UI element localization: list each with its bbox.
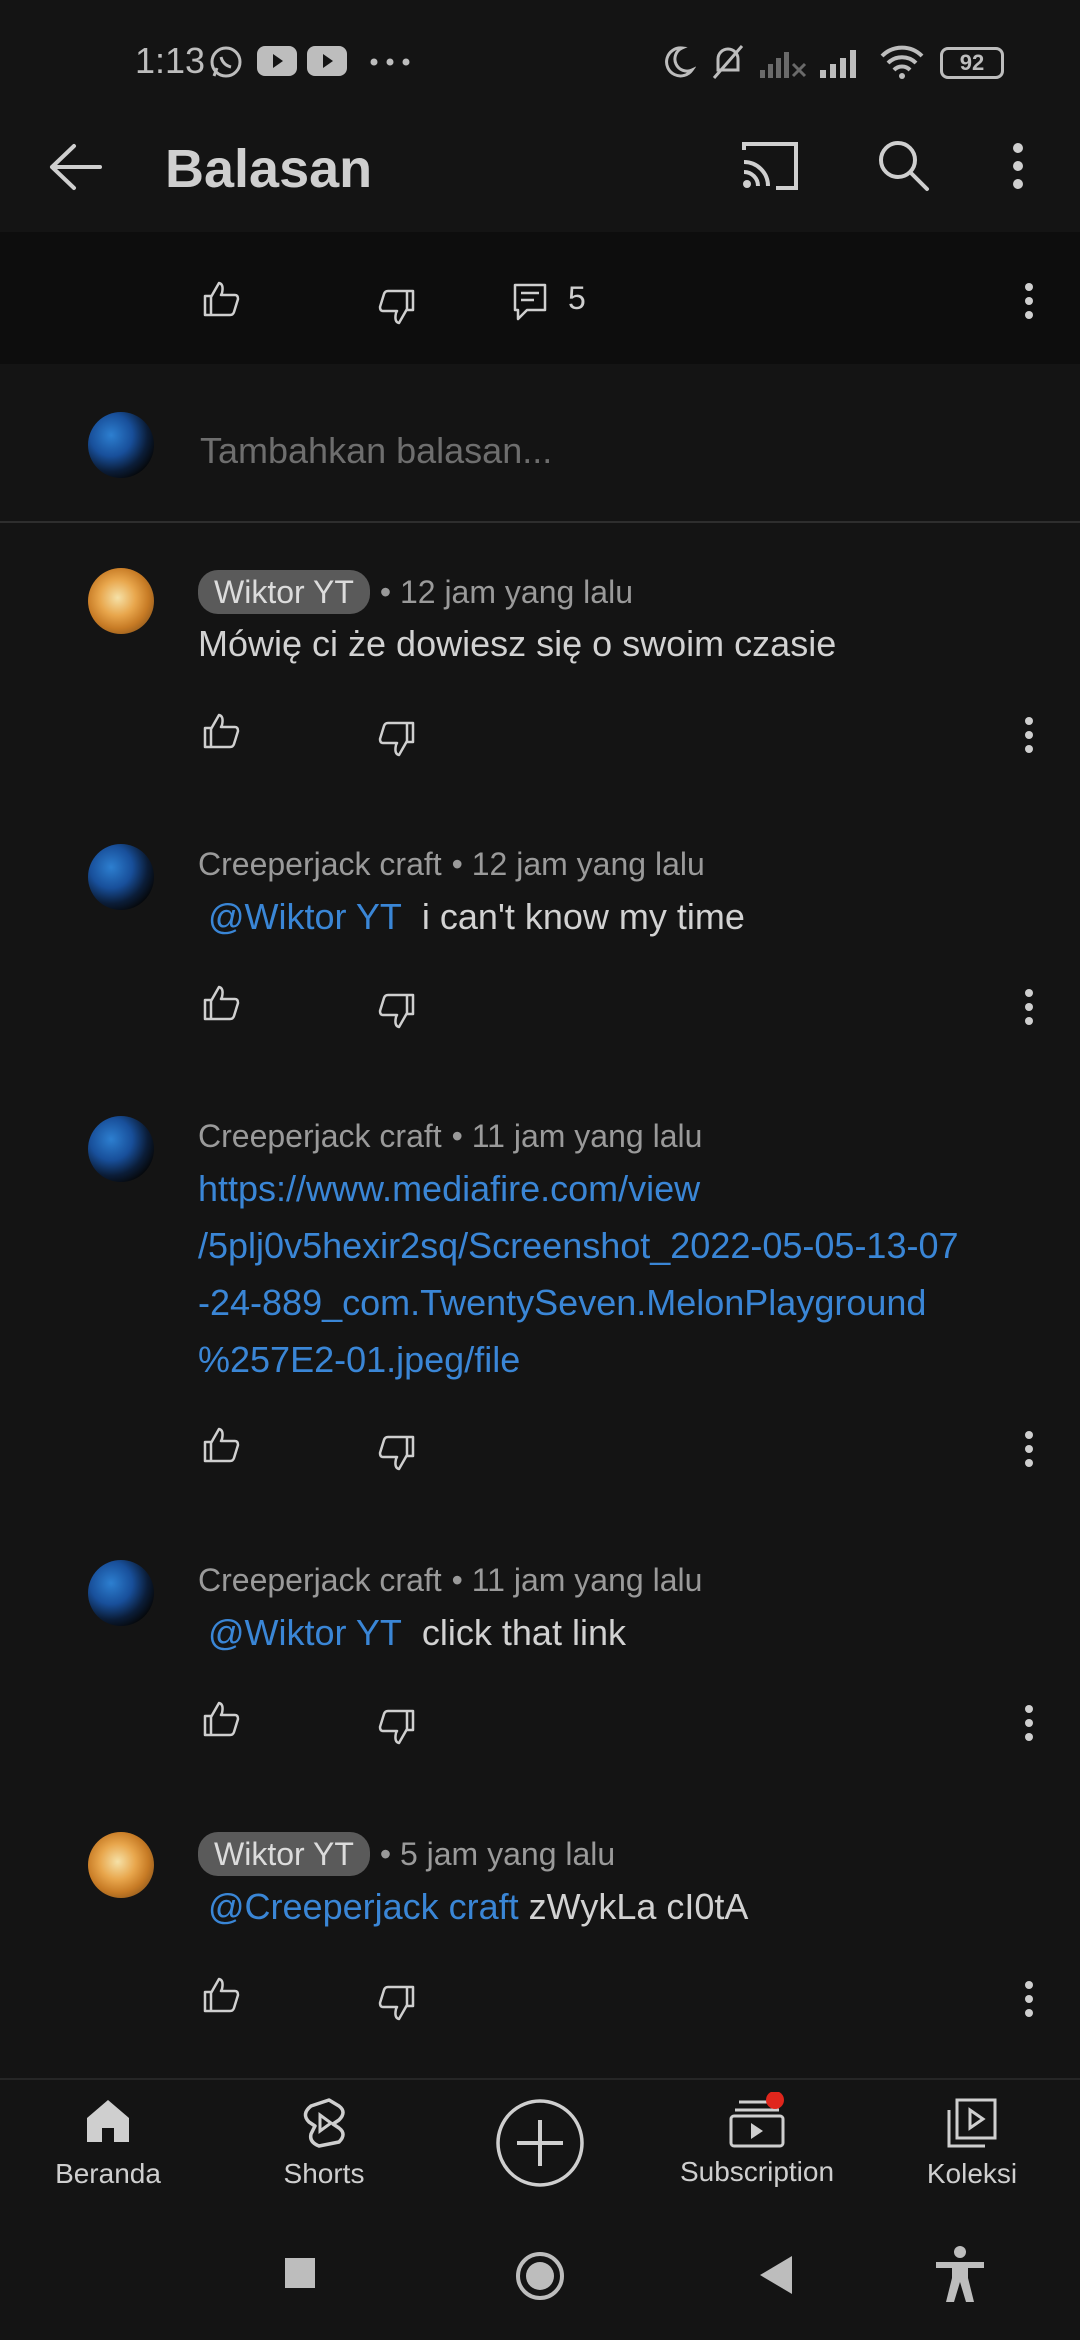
avatar[interactable] xyxy=(88,844,154,910)
mention-link[interactable]: @Wiktor YT xyxy=(208,1612,402,1653)
back-triangle-icon[interactable] xyxy=(758,2254,794,2296)
comment-time: • 5 jam yang lalu xyxy=(379,1835,616,1872)
recent-apps-square-icon[interactable] xyxy=(283,2256,317,2290)
comment-time: • 12 jam yang lalu xyxy=(451,846,705,882)
nav-shorts[interactable]: Shorts xyxy=(264,2096,384,2190)
avatar[interactable] xyxy=(88,1832,154,1898)
subscriptions-icon xyxy=(672,2092,842,2150)
wifi-icon xyxy=(878,42,926,80)
nav-library[interactable]: Koleksi xyxy=(914,2096,1030,2190)
youtube-notification-icon xyxy=(257,46,297,76)
home-circle-icon[interactable] xyxy=(514,2250,566,2302)
dislike-icon[interactable] xyxy=(378,288,416,326)
dislike-icon[interactable] xyxy=(378,992,416,1030)
shorts-icon xyxy=(264,2096,384,2150)
battery-indicator: 92 xyxy=(940,47,1004,79)
author-name[interactable]: Wiktor YT xyxy=(198,570,370,614)
comment-header: Wiktor YT • 5 jam yang lalu xyxy=(198,1832,615,1876)
comment-menu-icon[interactable] xyxy=(1024,716,1034,754)
more-notifications-icon xyxy=(370,58,410,66)
signal-no-service-icon xyxy=(758,44,808,80)
comment-text: @Wiktor YT i can't know my time xyxy=(208,888,745,945)
dislike-icon[interactable] xyxy=(378,1434,416,1472)
dislike-icon[interactable] xyxy=(378,720,416,758)
back-arrow-icon[interactable] xyxy=(48,142,104,192)
link-line[interactable]: /5plj0v5hexir2sq/Screenshot_2022-05-05-1… xyxy=(198,1217,959,1274)
nav-label: Shorts xyxy=(283,2158,365,2189)
comment-time: • 12 jam yang lalu xyxy=(379,573,633,610)
comment-body: click that link xyxy=(421,1612,626,1653)
nav-label: Koleksi xyxy=(926,2158,1018,2189)
comment-menu-icon[interactable] xyxy=(1024,988,1034,1026)
comment-body: i can't know my time xyxy=(421,896,745,937)
like-icon[interactable] xyxy=(202,1700,240,1738)
mention-link[interactable]: @Wiktor YT xyxy=(208,896,402,937)
comment-text: Mówię ci że dowiesz się o swoim czasie xyxy=(198,623,837,664)
page-title: Balasan xyxy=(165,139,373,199)
link-line[interactable]: https://www.mediafire.com/view xyxy=(198,1160,959,1217)
cast-icon[interactable] xyxy=(740,140,800,192)
comment-header: Creeperjack craft • 11 jam yang lalu xyxy=(198,1118,702,1155)
comment-time: • 11 jam yang lalu xyxy=(451,1562,703,1598)
avatar[interactable] xyxy=(88,568,154,634)
current-user-avatar xyxy=(88,412,154,478)
mention-link[interactable]: @Creeperjack craft xyxy=(208,1886,519,1927)
comment-header: Wiktor YT • 12 jam yang lalu xyxy=(198,570,633,614)
author-name[interactable]: Creeperjack craft xyxy=(198,846,442,883)
nav-label: Subscription xyxy=(679,2156,835,2187)
comment-body: zWykLa cI0tA xyxy=(528,1886,749,1927)
avatar[interactable] xyxy=(88,1116,154,1182)
dislike-icon[interactable] xyxy=(378,1984,416,2022)
whatsapp-icon xyxy=(208,44,244,80)
library-icon xyxy=(914,2096,1030,2148)
comment-menu-icon[interactable] xyxy=(1024,1980,1034,2018)
accessibility-icon[interactable] xyxy=(932,2244,988,2304)
replies-comment-icon[interactable] xyxy=(512,282,548,322)
do-not-disturb-moon-icon xyxy=(660,44,696,80)
comment-header: Creeperjack craft • 11 jam yang lalu xyxy=(198,1562,702,1599)
youtube-notification-icon xyxy=(307,46,347,76)
reply-input[interactable] xyxy=(198,420,982,482)
avatar[interactable] xyxy=(88,1560,154,1626)
link-line[interactable]: -24-889_com.TwentySeven.MelonPlayground xyxy=(198,1274,959,1331)
like-icon[interactable] xyxy=(202,280,240,318)
signal-strength-icon xyxy=(818,44,864,80)
muted-bell-icon xyxy=(710,42,746,82)
comment-text: @Wiktor YT click that link xyxy=(208,1604,626,1661)
nav-home[interactable]: Beranda xyxy=(40,2096,176,2190)
more-options-icon[interactable] xyxy=(1010,142,1026,190)
like-icon[interactable] xyxy=(202,984,240,1022)
search-icon[interactable] xyxy=(876,138,930,192)
create-button[interactable] xyxy=(495,2098,585,2188)
reply-count: 5 xyxy=(568,280,586,316)
status-time: 1:13 xyxy=(135,40,206,81)
author-name[interactable]: Creeperjack craft xyxy=(198,1562,442,1599)
like-icon[interactable] xyxy=(202,1976,240,2014)
comment-time: • 11 jam yang lalu xyxy=(451,1118,703,1154)
nav-label: Beranda xyxy=(55,2158,161,2189)
comment-header: Creeperjack craft • 12 jam yang lalu xyxy=(198,846,705,883)
like-icon[interactable] xyxy=(202,1426,240,1464)
dislike-icon[interactable] xyxy=(378,1708,416,1746)
author-name[interactable]: Creeperjack craft xyxy=(198,1118,442,1155)
divider xyxy=(0,521,1080,523)
home-icon xyxy=(40,2096,176,2146)
comment-text: @Creeperjack craft zWykLa cI0tA xyxy=(208,1878,748,1935)
link-line[interactable]: %257E2-01.jpeg/file xyxy=(198,1331,959,1388)
comment-menu-icon[interactable] xyxy=(1024,1704,1034,1742)
like-icon[interactable] xyxy=(202,712,240,750)
comment-menu-icon[interactable] xyxy=(1024,1430,1034,1468)
comment-menu-icon[interactable] xyxy=(1024,282,1034,320)
comment-link[interactable]: https://www.mediafire.com/view /5plj0v5h… xyxy=(198,1160,959,1388)
author-name[interactable]: Wiktor YT xyxy=(198,1832,370,1876)
nav-subscription[interactable]: Subscription xyxy=(672,2092,842,2188)
